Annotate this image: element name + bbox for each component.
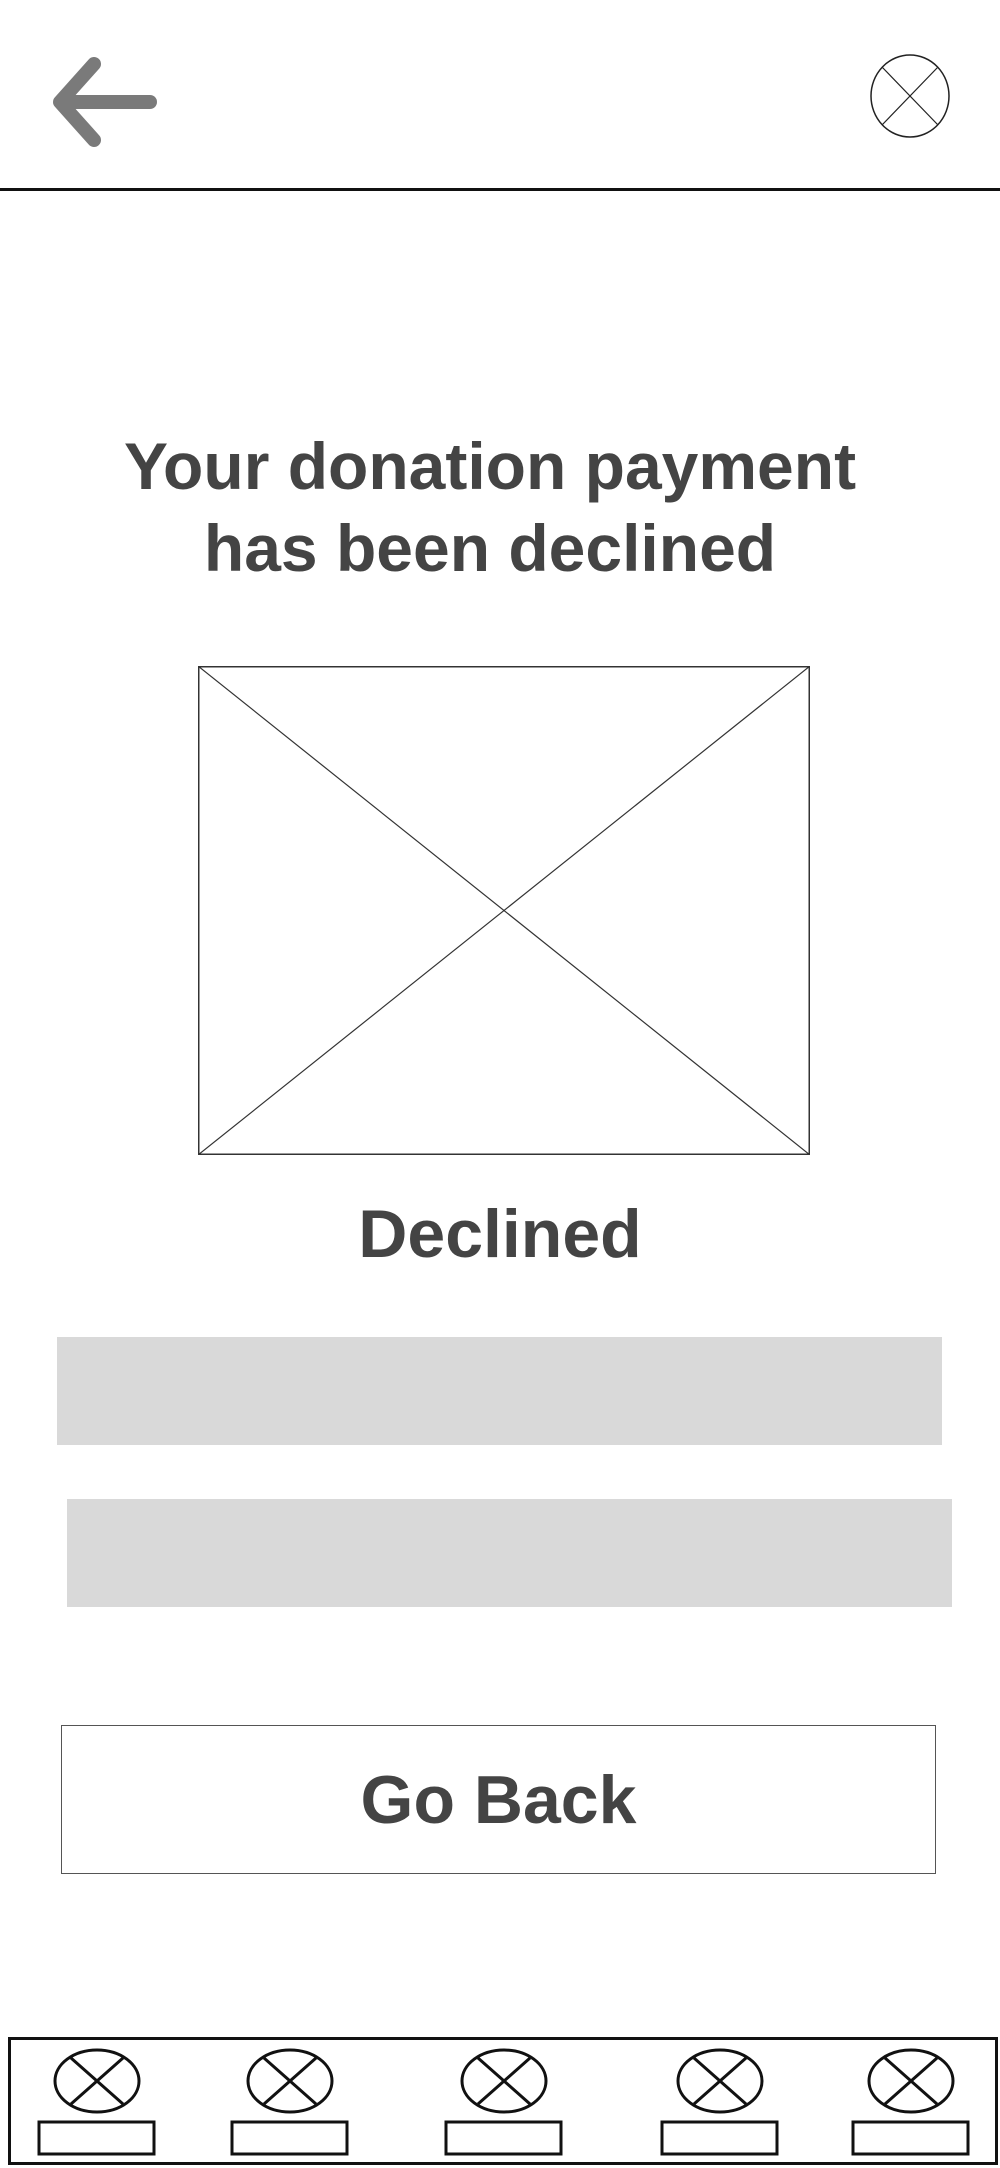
nav-item-2[interactable] bbox=[230, 2048, 350, 2160]
nav-placeholder-icon bbox=[37, 2048, 156, 2156]
image-placeholder-icon bbox=[197, 665, 811, 1156]
info-bar-primary bbox=[57, 1337, 942, 1445]
nav-item-3[interactable] bbox=[444, 2048, 564, 2160]
info-bar-secondary bbox=[67, 1499, 952, 1607]
nav-placeholder-icon bbox=[230, 2048, 349, 2156]
nav-placeholder-icon bbox=[660, 2048, 779, 2156]
declined-image bbox=[197, 665, 811, 1156]
nav-placeholder-icon bbox=[444, 2048, 563, 2156]
page-title-line-1: Your donation payment bbox=[123, 429, 857, 503]
close-button[interactable] bbox=[868, 52, 952, 140]
nav-item-5[interactable] bbox=[851, 2048, 971, 2160]
arrow-left-icon bbox=[53, 57, 157, 147]
header-divider bbox=[0, 188, 1000, 191]
back-button[interactable] bbox=[50, 54, 160, 154]
close-circle-icon bbox=[870, 54, 950, 138]
page-title: Your donation payment has been declined bbox=[60, 425, 920, 589]
nav-placeholder-icon bbox=[851, 2048, 970, 2156]
go-back-button[interactable]: Go Back bbox=[61, 1725, 936, 1874]
nav-item-1[interactable] bbox=[37, 2048, 157, 2160]
page-title-line-2: has been declined bbox=[203, 511, 777, 585]
status-label: Declined bbox=[358, 1196, 642, 1272]
nav-item-4[interactable] bbox=[660, 2048, 780, 2160]
